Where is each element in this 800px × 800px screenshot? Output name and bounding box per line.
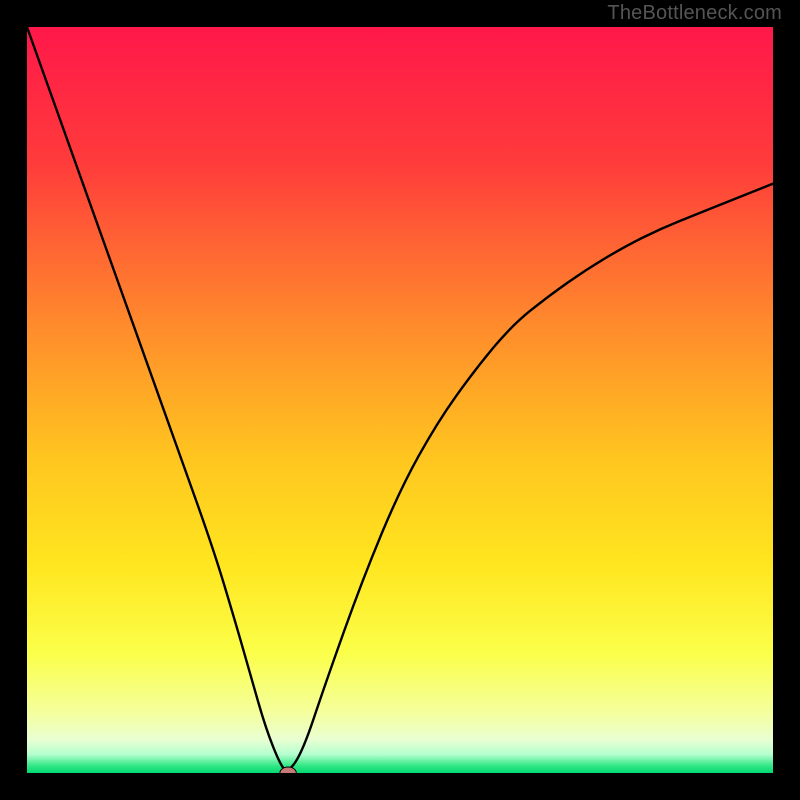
bottleneck-plot [27,27,773,773]
watermark-text: TheBottleneck.com [607,2,782,25]
chart-frame: TheBottleneck.com [0,0,800,800]
plot-background [27,27,773,773]
